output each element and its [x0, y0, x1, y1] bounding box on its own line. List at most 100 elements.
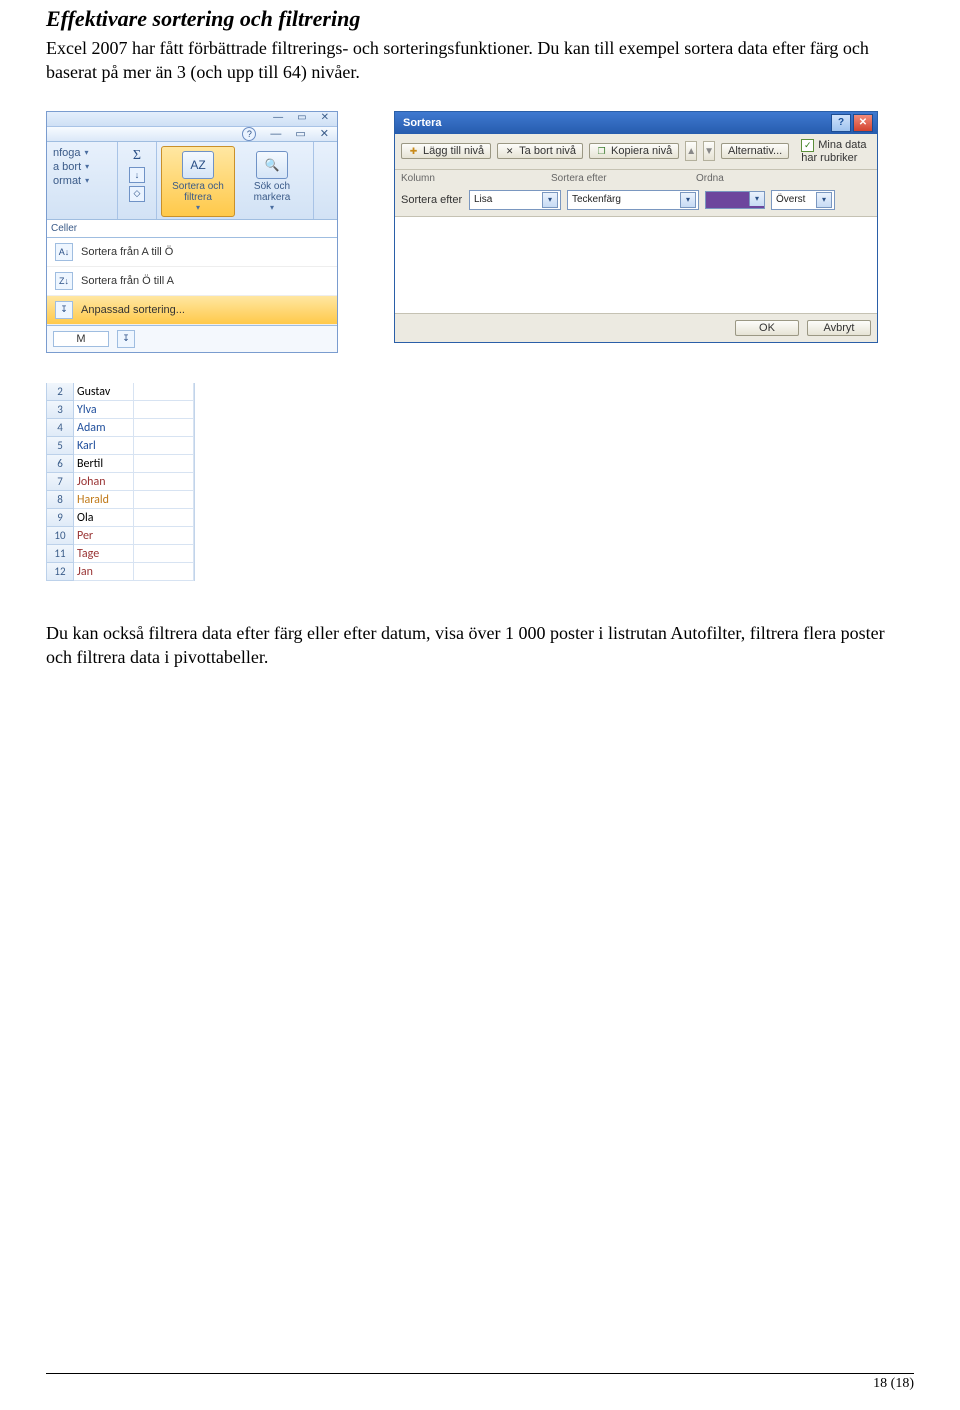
sort-dialog: Sortera ? ✕ ✚Lägg till nivå ✕Ta bort niv…	[394, 111, 878, 343]
help-icon[interactable]: ?	[242, 127, 256, 141]
cell-value[interactable]: Per	[74, 527, 134, 545]
table-row: 4Adam	[46, 419, 194, 437]
cell-value[interactable]: Johan	[74, 473, 134, 491]
insert-button[interactable]: nfoga▾	[51, 146, 113, 160]
header-sortera-efter: Sortera efter	[551, 173, 696, 184]
row-number: 10	[46, 527, 74, 545]
autosum-icon[interactable]: Σ	[133, 148, 141, 164]
chevron-down-icon: ▾	[85, 148, 89, 157]
copy-icon: ❐	[596, 146, 607, 157]
editing-group-icons: Σ ↓ ◇	[118, 142, 157, 219]
remove-level-button[interactable]: ✕Ta bort nivå	[497, 143, 583, 159]
sort-dropdown-menu: A↓Sortera från A till Ö Z↓Sortera från Ö…	[47, 237, 337, 325]
row-number: 7	[46, 473, 74, 491]
move-down-button[interactable]: ▼	[703, 141, 715, 161]
menu-sort-az[interactable]: A↓Sortera från A till Ö	[47, 238, 337, 267]
color-picker[interactable]: ▾	[705, 191, 765, 209]
help-icon[interactable]: ?	[831, 114, 851, 132]
format-button[interactable]: ormat▾	[51, 174, 113, 188]
add-level-button[interactable]: ✚Lägg till nivå	[401, 143, 491, 159]
plus-icon: ✚	[408, 146, 419, 157]
fill-icon[interactable]: ↓	[129, 167, 145, 183]
row-number: 12	[46, 563, 74, 581]
body-paragraph: Du kan också filtrera data efter färg el…	[46, 621, 914, 670]
menu-sort-za[interactable]: Z↓Sortera från Ö till A	[47, 267, 337, 296]
section-heading: Effektivare sortering och filtrering	[46, 6, 914, 32]
sort-filter-icon: A͏Z	[182, 151, 214, 179]
table-row: 2Gustav	[46, 383, 194, 401]
cell-empty[interactable]	[134, 509, 194, 527]
table-row: 12Jan	[46, 563, 194, 581]
table-row: 11Tage	[46, 545, 194, 563]
cell-empty[interactable]	[134, 473, 194, 491]
chevron-down-icon: ▾	[85, 176, 89, 185]
excel-ribbon-figure: — ▭ ✕ ? — ▭ ✕ nfoga▾ a bort▾ ormat▾ Σ ↓	[46, 111, 338, 353]
cells-group: nfoga▾ a bort▾ ormat▾	[47, 142, 118, 219]
copy-level-button[interactable]: ❐Kopiera nivå	[589, 143, 679, 159]
chevron-down-icon: ▾	[164, 203, 232, 212]
chevron-down-icon: ▾	[542, 192, 558, 208]
table-row: 10Per	[46, 527, 194, 545]
sort-level-row: Sortera efter Lisa▾ Teckenfärg▾ ▾ Överst…	[395, 187, 877, 216]
options-button[interactable]: Alternativ...	[721, 143, 789, 159]
cell-empty[interactable]	[134, 419, 194, 437]
table-row: 3Ylva	[46, 401, 194, 419]
chevron-down-icon: ▾	[680, 192, 696, 208]
cell-empty[interactable]	[134, 491, 194, 509]
cell-empty[interactable]	[134, 527, 194, 545]
check-icon: ✓	[801, 139, 814, 152]
cell-empty[interactable]	[134, 383, 194, 401]
row-number: 5	[46, 437, 74, 455]
headers-checkbox[interactable]: ✓Mina data har rubriker	[801, 139, 871, 164]
ok-button[interactable]: OK	[735, 320, 799, 336]
minimize-icon[interactable]: —	[273, 112, 283, 126]
dialog-title: Sortera	[403, 117, 442, 129]
row-number: 8	[46, 491, 74, 509]
row-number: 2	[46, 383, 74, 401]
move-up-button[interactable]: ▲	[685, 141, 697, 161]
close-icon[interactable]: ✕	[321, 112, 329, 126]
sort-filter-button[interactable]: A͏Z Sortera och filtrera ▾	[161, 146, 235, 217]
close-icon[interactable]: ✕	[320, 127, 329, 140]
chevron-down-icon: ▾	[816, 192, 832, 208]
cell-value[interactable]: Karl	[74, 437, 134, 455]
cell-value[interactable]: Ola	[74, 509, 134, 527]
maximize-icon[interactable]: ▭	[295, 127, 305, 140]
x-icon: ✕	[504, 146, 515, 157]
ribbon-title-bar: ? — ▭ ✕	[47, 127, 337, 142]
custom-sort-icon: ↧	[117, 330, 135, 348]
menu-custom-sort[interactable]: ↧Anpassad sortering...	[47, 296, 337, 325]
intro-paragraph: Excel 2007 har fått förbättrade filtreri…	[46, 36, 914, 85]
sort-on-combo[interactable]: Teckenfärg▾	[567, 190, 699, 210]
delete-button[interactable]: a bort▾	[51, 160, 113, 174]
order-combo[interactable]: Överst▾	[771, 190, 835, 210]
cancel-button[interactable]: Avbryt	[807, 320, 871, 336]
name-box[interactable]: M	[53, 331, 109, 347]
minimize-icon[interactable]: —	[270, 128, 281, 140]
cell-empty[interactable]	[134, 401, 194, 419]
chevron-down-icon: ▾	[238, 203, 306, 212]
cell-empty[interactable]	[134, 455, 194, 473]
find-select-button[interactable]: 🔍 Sök och markera ▾	[235, 146, 309, 217]
cell-value[interactable]: Adam	[74, 419, 134, 437]
cell-value[interactable]: Harald	[74, 491, 134, 509]
close-icon[interactable]: ✕	[853, 114, 873, 132]
table-row: 7Johan	[46, 473, 194, 491]
cell-empty[interactable]	[134, 563, 194, 581]
column-combo[interactable]: Lisa▾	[469, 190, 561, 210]
cell-value[interactable]: Bertil	[74, 455, 134, 473]
cell-value[interactable]: Gustav	[74, 383, 134, 401]
table-row: 6Bertil	[46, 455, 194, 473]
cell-value[interactable]: Jan	[74, 563, 134, 581]
column-headers: Kolumn Sortera efter Ordna	[395, 170, 877, 187]
cell-empty[interactable]	[134, 437, 194, 455]
row-number: 6	[46, 455, 74, 473]
table-row: 9Ola	[46, 509, 194, 527]
maximize-icon[interactable]: ▭	[297, 112, 306, 126]
cell-value[interactable]: Tage	[74, 545, 134, 563]
sort-az-icon: A↓	[55, 243, 73, 261]
cell-value[interactable]: Ylva	[74, 401, 134, 419]
cell-empty[interactable]	[134, 545, 194, 563]
clear-icon[interactable]: ◇	[129, 186, 145, 202]
spreadsheet-sample: 2Gustav3Ylva4Adam5Karl6Bertil7Johan8Hara…	[46, 383, 195, 581]
